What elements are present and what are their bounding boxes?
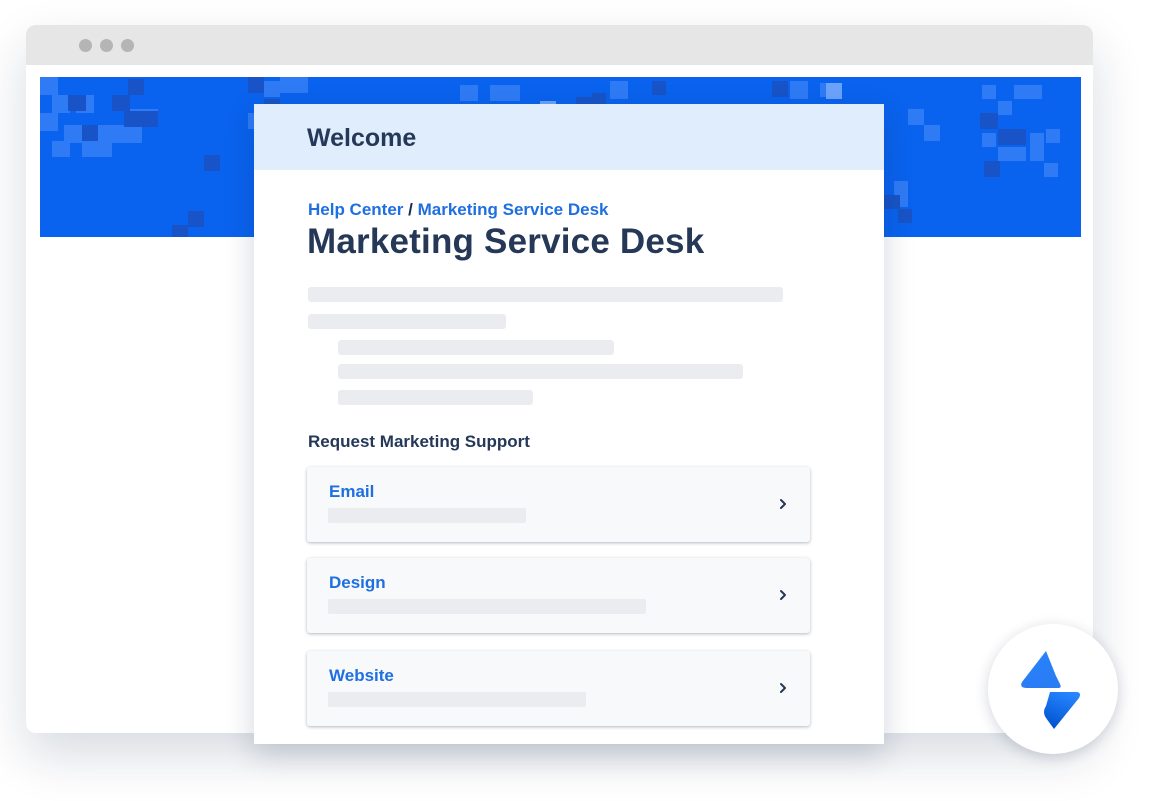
window-dot-icon[interactable] [121, 39, 134, 52]
welcome-heading: Welcome [307, 124, 417, 152]
chevron-right-icon[interactable] [776, 588, 790, 602]
breadcrumb-current[interactable]: Marketing Service Desk [418, 200, 609, 219]
window-dot-icon[interactable] [79, 39, 92, 52]
request-type-description-placeholder [328, 599, 646, 614]
browser-titlebar [26, 25, 1093, 65]
request-type-description-placeholder [328, 692, 586, 707]
breadcrumb-separator: / [408, 200, 413, 219]
skeleton-line [308, 314, 506, 329]
breadcrumb: Help Center / Marketing Service Desk [308, 200, 609, 220]
chevron-right-icon[interactable] [776, 681, 790, 695]
request-type-description-placeholder [328, 508, 526, 523]
portal-card: Welcome Help Center / Marketing Service … [254, 104, 884, 744]
request-type-label: Website [329, 666, 394, 685]
request-type-design[interactable]: Design [307, 558, 810, 633]
skeleton-line [308, 287, 783, 302]
request-type-website[interactable]: Website [307, 651, 810, 726]
skeleton-line [338, 340, 614, 355]
skeleton-line [338, 364, 743, 379]
window-dot-icon[interactable] [100, 39, 113, 52]
jira-service-desk-logo-icon [1021, 651, 1080, 729]
breadcrumb-help-center[interactable]: Help Center [308, 200, 403, 219]
request-type-label: Email [329, 482, 375, 501]
page-title: Marketing Service Desk [307, 222, 705, 261]
request-type-email[interactable]: Email [307, 467, 810, 542]
skeleton-line [338, 390, 533, 405]
logo-badge [988, 624, 1118, 754]
request-type-label: Design [329, 573, 386, 592]
chevron-right-icon[interactable] [776, 497, 790, 511]
section-title: Request Marketing Support [308, 432, 530, 451]
card-header: Welcome [254, 104, 884, 170]
